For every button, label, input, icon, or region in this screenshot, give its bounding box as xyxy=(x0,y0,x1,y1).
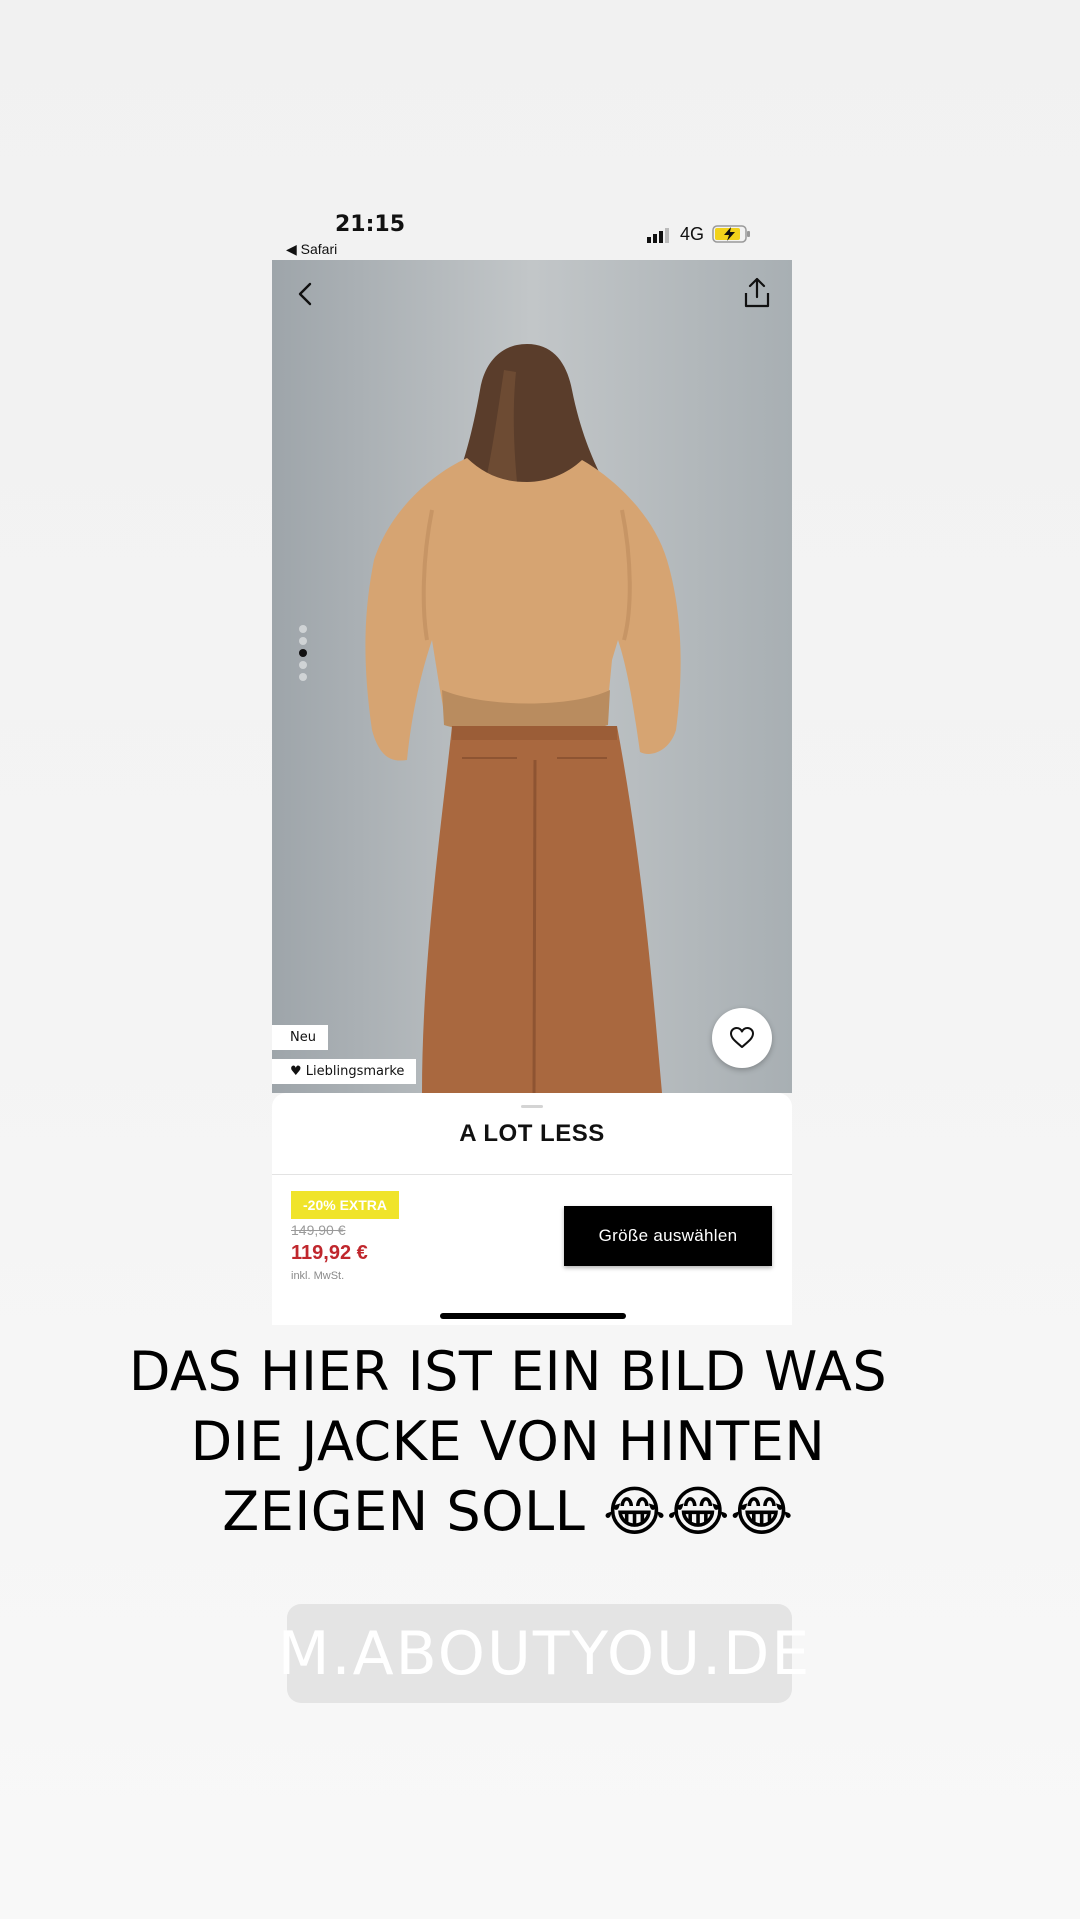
pagination-dot[interactable] xyxy=(299,673,307,681)
select-size-button[interactable]: Größe auswählen xyxy=(564,1206,772,1266)
link-sticker[interactable]: M.ABOUTYOU.DE xyxy=(278,1604,809,1703)
favorite-brand-label: Lieblingsmarke xyxy=(305,1064,405,1079)
back-to-safari-link[interactable]: ◀ Safari xyxy=(286,241,337,258)
caption-line: ZEIGEN SOLL 😂😂😂 xyxy=(222,1480,794,1543)
heart-icon xyxy=(730,1027,754,1048)
pagination-dot[interactable] xyxy=(299,661,307,669)
sale-price: 119,92 € xyxy=(291,1242,368,1264)
link-text: M.ABOUTYOU.DE xyxy=(277,1618,812,1689)
status-time: 21:15 xyxy=(335,212,406,237)
original-price: 149,90 € xyxy=(291,1222,346,1238)
pagination-dot-active[interactable] xyxy=(299,649,307,657)
status-bar: 21:15 ◀ Safari 4G xyxy=(272,205,792,260)
vat-note: inkl. MwSt. xyxy=(291,1270,345,1282)
product-info-sheet: A LOT LESS -20% EXTRA 149,90 € 119,92 € … xyxy=(272,1093,792,1325)
caption-line: DIE JACKE VON HINTEN xyxy=(190,1410,826,1473)
brand-name[interactable]: A LOT LESS xyxy=(272,1120,792,1148)
product-image[interactable]: Neu ♥ Lieblingsmarke xyxy=(272,260,792,1093)
wishlist-button[interactable] xyxy=(712,1008,772,1068)
new-tag: Neu xyxy=(272,1025,328,1050)
image-pagination xyxy=(299,625,307,681)
pagination-dot[interactable] xyxy=(299,625,307,633)
battery-charging-icon xyxy=(712,225,750,243)
model-back-view-illustration xyxy=(365,344,681,1093)
divider xyxy=(272,1174,792,1175)
network-type: 4G xyxy=(680,224,705,244)
favorite-brand-tag: ♥ Lieblingsmarke xyxy=(272,1059,417,1084)
discount-badge: -20% EXTRA xyxy=(291,1191,400,1219)
product-screenshot: 21:15 ◀ Safari 4G Neu ♥ Lieblingsmarke A… xyxy=(272,205,792,1325)
share-icon[interactable] xyxy=(742,276,772,310)
caption-line: DAS HIER IST EIN BILD WAS xyxy=(128,1340,888,1403)
sheet-drag-handle[interactable] xyxy=(521,1105,543,1108)
story-caption: DAS HIER IST EIN BILD WAS DIE JACKE VON … xyxy=(100,1337,916,1547)
signal-icon xyxy=(647,228,669,243)
home-indicator[interactable] xyxy=(440,1313,626,1319)
pagination-dot[interactable] xyxy=(299,637,307,645)
back-arrow-icon[interactable] xyxy=(292,280,320,308)
